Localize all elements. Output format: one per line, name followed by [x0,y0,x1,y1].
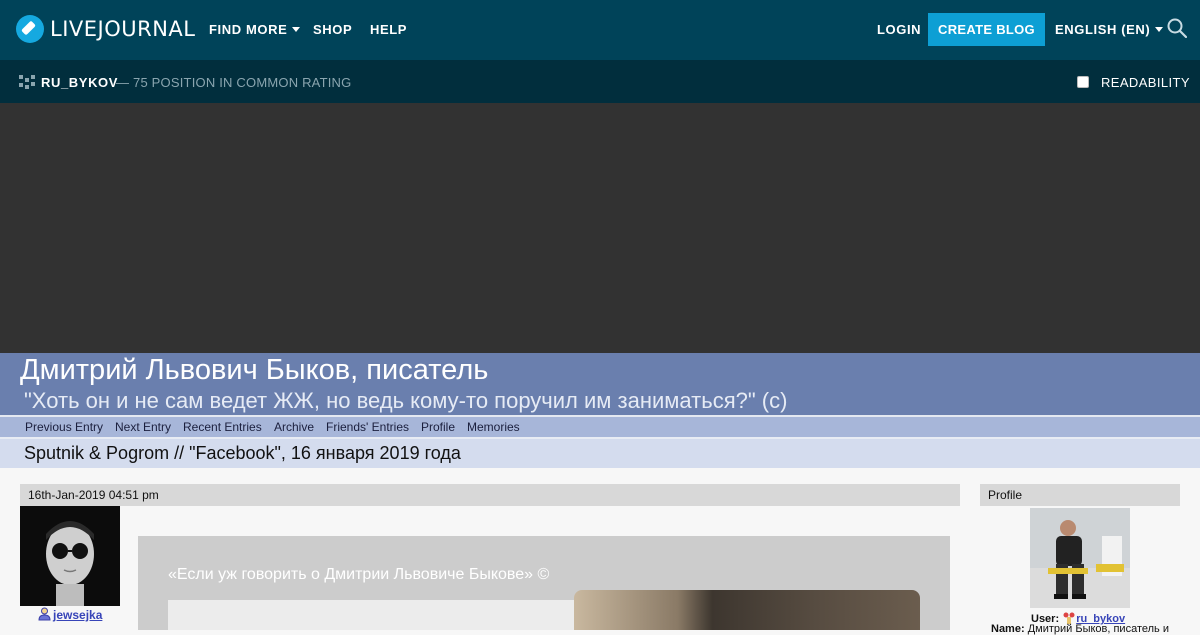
poster-username-link[interactable]: jewsejka [38,607,102,622]
profile-heading: Profile [988,488,1023,502]
profile-name-label: Name: [991,623,1025,635]
shop-link[interactable]: SHOP [313,22,352,37]
nav-friends-entries[interactable]: Friends' Entries [326,420,409,434]
user-icon [38,607,51,621]
nav-next-entry[interactable]: Next Entry [115,420,171,434]
avatar-image [20,506,120,606]
find-more-label: FIND MORE [209,22,288,37]
profile-userpic[interactable] [1030,508,1130,608]
language-selector[interactable]: ENGLISH (EN) [1055,22,1164,37]
post-quote: «Если уж говорить о Дмитрии Львовиче Бык… [168,566,550,583]
poster-username: jewsejka [53,608,103,622]
nav-archive[interactable]: Archive [274,420,314,434]
chevron-down-icon [292,27,301,32]
journal-rating-text: — 75 POSITION IN COMMON RATING [116,75,352,90]
readability-checkbox[interactable] [1077,76,1089,88]
create-blog-button[interactable]: CREATE BLOG [928,13,1045,46]
journal-title: Дмитрий Львович Быков, писатель [20,354,489,386]
post-photo[interactable] [574,590,920,630]
nav-memories[interactable]: Memories [467,420,520,434]
journal-rating-icon [19,75,35,89]
nav-recent-entries[interactable]: Recent Entries [183,420,262,434]
journal-nav [0,417,1200,437]
poster-avatar[interactable] [20,506,120,606]
entry-title: Sputnik & Pogrom // "Facebook", 16 январ… [24,443,461,463]
logo-text: LIVEJOURNAL [50,17,196,41]
post-embed-panel [168,600,574,630]
entry-date: 16th-Jan-2019 04:51 pm [28,488,159,502]
profile-name-row: Name: Дмитрий Быков, писатель и [991,623,1169,635]
login-link[interactable]: LOGIN [877,22,921,37]
livejournal-logo[interactable]: LIVEJOURNAL [16,15,196,43]
profile-image [1030,508,1130,608]
nav-profile[interactable]: Profile [421,420,455,434]
journal-subtitle: "Хоть он и не сам ведет ЖЖ, но ведь кому… [24,388,788,413]
entry-date-bar [20,484,960,506]
journal-name-link[interactable]: RU_BYKOV [41,75,118,90]
find-more-menu[interactable]: FIND MORE [209,22,301,37]
profile-name-value: Дмитрий Быков, писатель и [1027,623,1169,635]
language-label: ENGLISH (EN) [1055,22,1151,37]
readability-label[interactable]: READABILITY [1101,75,1190,90]
search-icon[interactable] [1167,18,1187,38]
help-link[interactable]: HELP [370,22,407,37]
nav-previous-entry[interactable]: Previous Entry [25,420,103,434]
livejournal-logo-icon [16,15,44,43]
ad-banner-area [0,103,1200,353]
chevron-down-icon [1155,27,1164,32]
